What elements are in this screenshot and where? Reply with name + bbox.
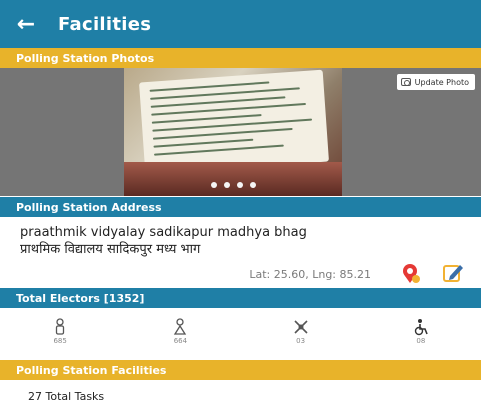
elector-male: 685 [0, 308, 120, 354]
photos-section-title: Polling Station Photos [16, 51, 155, 65]
facilities-section-title: Polling Station Facilities [16, 363, 167, 377]
female-count: 664 [173, 336, 188, 345]
carousel-dot[interactable] [223, 182, 230, 188]
elector-third-gender: 03 [241, 308, 361, 354]
total-tasks: 27 Total Tasks [28, 390, 105, 403]
elector-disabled: 08 [361, 308, 481, 354]
elector-female: 664 [120, 308, 240, 354]
back-button[interactable]: ← [0, 0, 52, 48]
address-section-header: Polling Station Address [0, 197, 481, 217]
carousel-dot[interactable] [236, 182, 243, 188]
female-icon [174, 317, 187, 335]
address-block: praathmik vidyalay sadikapur madhya bhag… [20, 224, 460, 258]
disabled-icon [414, 318, 428, 335]
third-gender-count: 03 [296, 336, 306, 345]
address-english: praathmik vidyalay sadikapur madhya bhag [20, 225, 307, 240]
third-gender-icon [294, 319, 308, 334]
carousel-dot[interactable] [210, 182, 217, 188]
disabled-count: 08 [416, 336, 426, 345]
page-title: Facilities [58, 13, 152, 35]
photo-notice-sheet [139, 69, 329, 175]
male-icon [55, 317, 65, 335]
photos-section-header: Polling Station Photos [0, 48, 481, 68]
electors-section-title: Total Electors [1352] [16, 291, 145, 305]
photo-lower-band [124, 162, 342, 196]
electors-row: 685 664 03 08 [0, 308, 481, 354]
photo-carousel[interactable]: Update Photo [0, 68, 481, 196]
polling-station-photo[interactable] [124, 68, 342, 196]
male-count: 685 [53, 336, 67, 345]
electors-section-header: Total Electors [1352] [0, 288, 481, 308]
update-photo-label: Update Photo [414, 77, 469, 87]
app-bar: ← Facilities [0, 0, 481, 48]
carousel-indicator [124, 182, 342, 188]
address-section-title: Polling Station Address [16, 200, 162, 214]
back-arrow-icon: ← [16, 11, 36, 37]
address-hindi: प्राथमिक विद्यालय सादिकपुर मध्य भाग [20, 242, 201, 257]
location-pin-icon[interactable] [400, 262, 422, 284]
camera-icon [400, 78, 411, 86]
lat-lng-text: Lat: 25.60, Lng: 85.21 [249, 268, 371, 281]
facilities-section-header: Polling Station Facilities [0, 360, 481, 380]
update-photo-button[interactable]: Update Photo [396, 74, 475, 90]
carousel-dot[interactable] [249, 182, 256, 188]
edit-icon[interactable] [442, 262, 464, 284]
